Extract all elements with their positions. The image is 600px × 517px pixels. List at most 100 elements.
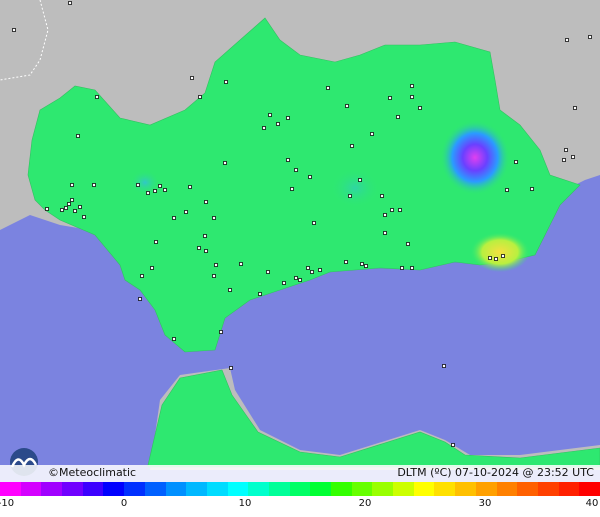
station-marker <box>388 96 392 100</box>
scale-tick: 40 <box>585 498 599 509</box>
station-marker <box>380 194 384 198</box>
station-marker <box>294 276 298 280</box>
station-marker <box>12 28 16 32</box>
station-marker <box>172 337 176 341</box>
station-marker <box>82 215 86 219</box>
station-marker <box>370 132 374 136</box>
station-marker <box>78 205 82 209</box>
station-marker <box>364 264 368 268</box>
scale-swatch <box>579 482 600 496</box>
station-marker <box>350 144 354 148</box>
station-marker <box>312 221 316 225</box>
station-marker <box>573 106 577 110</box>
scale-swatch <box>41 482 63 496</box>
map-canvas <box>0 0 600 517</box>
station-marker <box>344 260 348 264</box>
station-marker <box>514 160 518 164</box>
scale-tick: 10 <box>238 498 252 509</box>
station-marker <box>223 161 227 165</box>
station-marker <box>294 168 298 172</box>
station-marker <box>258 292 262 296</box>
station-marker <box>153 189 157 193</box>
station-marker <box>571 155 575 159</box>
scale-swatch <box>475 482 497 496</box>
station-marker <box>588 35 592 39</box>
station-marker <box>203 234 207 238</box>
station-marker <box>390 208 394 212</box>
scale-swatch <box>351 482 373 496</box>
station-marker <box>262 126 266 130</box>
station-marker <box>184 210 188 214</box>
scale-swatch <box>496 482 518 496</box>
scale-swatch <box>103 482 125 496</box>
station-marker <box>197 246 201 250</box>
station-marker <box>219 330 223 334</box>
scale-tick: 30 <box>478 498 492 509</box>
scale-swatch <box>62 482 83 496</box>
station-marker <box>410 95 414 99</box>
station-marker <box>266 270 270 274</box>
scale-tick: 20 <box>358 498 372 509</box>
station-marker <box>442 364 446 368</box>
station-marker <box>400 266 404 270</box>
station-marker <box>158 184 162 188</box>
scale-swatch <box>165 482 187 496</box>
scale-swatch <box>413 482 435 496</box>
station-marker <box>396 115 400 119</box>
scale-swatch <box>455 482 476 496</box>
scale-tick: 0 <box>120 498 128 509</box>
timestamp-label: DLTM (ºC) 07-10-2024 @ 23:52 UTC <box>397 466 594 479</box>
teal-spot-center <box>330 168 380 208</box>
station-marker <box>214 263 218 267</box>
station-marker <box>345 104 349 108</box>
station-marker <box>70 183 74 187</box>
station-marker <box>146 191 150 195</box>
scale-swatch <box>372 482 394 496</box>
scale-swatch <box>124 482 145 496</box>
station-marker <box>60 208 64 212</box>
station-marker <box>501 254 505 258</box>
scale-swatch <box>434 482 456 496</box>
station-marker <box>172 216 176 220</box>
station-marker <box>310 270 314 274</box>
station-marker <box>68 1 72 5</box>
station-marker <box>239 262 243 266</box>
scale-swatch <box>537 482 559 496</box>
station-marker <box>212 274 216 278</box>
station-marker <box>70 198 74 202</box>
station-marker <box>306 266 310 270</box>
cold-spot <box>440 120 510 195</box>
station-marker <box>282 281 286 285</box>
station-marker <box>505 188 509 192</box>
station-marker <box>383 213 387 217</box>
station-marker <box>92 183 96 187</box>
station-marker <box>268 113 272 117</box>
station-marker <box>136 183 140 187</box>
station-marker <box>290 187 294 191</box>
station-marker <box>76 134 80 138</box>
station-marker <box>383 231 387 235</box>
info-bar: ©Meteoclimatic DLTM (ºC) 07-10-2024 @ 23… <box>0 465 600 482</box>
station-marker <box>406 242 410 246</box>
scale-swatch <box>268 482 290 496</box>
station-marker <box>198 95 202 99</box>
station-marker <box>228 288 232 292</box>
station-marker <box>308 175 312 179</box>
scale-swatch <box>186 482 207 496</box>
scale-tick: -10 <box>0 498 15 509</box>
station-marker <box>204 200 208 204</box>
scale-swatch <box>20 482 42 496</box>
station-marker <box>494 257 498 261</box>
station-marker <box>204 249 208 253</box>
station-marker <box>150 266 154 270</box>
station-marker <box>138 297 142 301</box>
scale-swatch <box>517 482 538 496</box>
station-marker <box>67 202 71 206</box>
station-marker <box>326 86 330 90</box>
station-marker <box>298 278 302 282</box>
scale-swatch <box>331 482 352 496</box>
color-scale-bar <box>0 482 600 496</box>
station-marker <box>45 207 49 211</box>
station-marker <box>418 106 422 110</box>
station-marker <box>212 216 216 220</box>
